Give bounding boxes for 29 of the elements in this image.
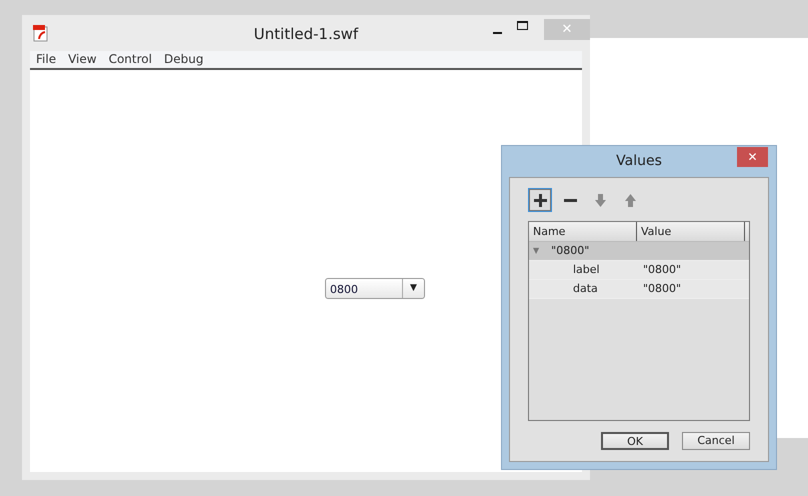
dialog-title: Values bbox=[616, 153, 662, 169]
tree-item-value: "0800" bbox=[642, 280, 682, 297]
tree-item-name: label bbox=[573, 262, 600, 278]
close-button[interactable]: ✕ bbox=[737, 147, 768, 167]
menu-item[interactable]: Debug bbox=[158, 51, 210, 68]
tree-item-name: "0800" bbox=[551, 242, 590, 259]
minimize-icon bbox=[493, 32, 502, 34]
down-arrow-icon bbox=[592, 192, 608, 208]
column-header[interactable]: Value bbox=[637, 222, 745, 241]
maximize-button[interactable] bbox=[517, 21, 528, 30]
menu-item[interactable]: File bbox=[30, 51, 62, 68]
tree-row[interactable]: data "0800" bbox=[529, 280, 749, 299]
tree-row[interactable]: ▼ "0800" bbox=[529, 242, 749, 261]
tree-item-value: "0800" bbox=[642, 262, 682, 278]
toolbar-button[interactable] bbox=[528, 188, 552, 212]
dropdown[interactable]: 0800 ▼ bbox=[325, 278, 425, 299]
app-icon bbox=[33, 24, 49, 42]
menu-item[interactable]: Control bbox=[102, 51, 158, 68]
maximize-icon bbox=[517, 21, 528, 30]
up-arrow-icon bbox=[622, 192, 638, 208]
add-icon bbox=[532, 192, 548, 208]
menu-item[interactable]: View bbox=[62, 51, 103, 68]
dialog-button[interactable]: Cancel bbox=[682, 432, 750, 450]
column-header[interactable]: Name bbox=[529, 222, 637, 241]
remove-icon bbox=[564, 198, 576, 202]
tree-row[interactable]: label "0800" bbox=[529, 261, 749, 280]
tree-item-name: data bbox=[573, 280, 598, 297]
dialog-button[interactable]: OK bbox=[601, 432, 669, 450]
window-title: Untitled-1.swf bbox=[254, 24, 358, 45]
